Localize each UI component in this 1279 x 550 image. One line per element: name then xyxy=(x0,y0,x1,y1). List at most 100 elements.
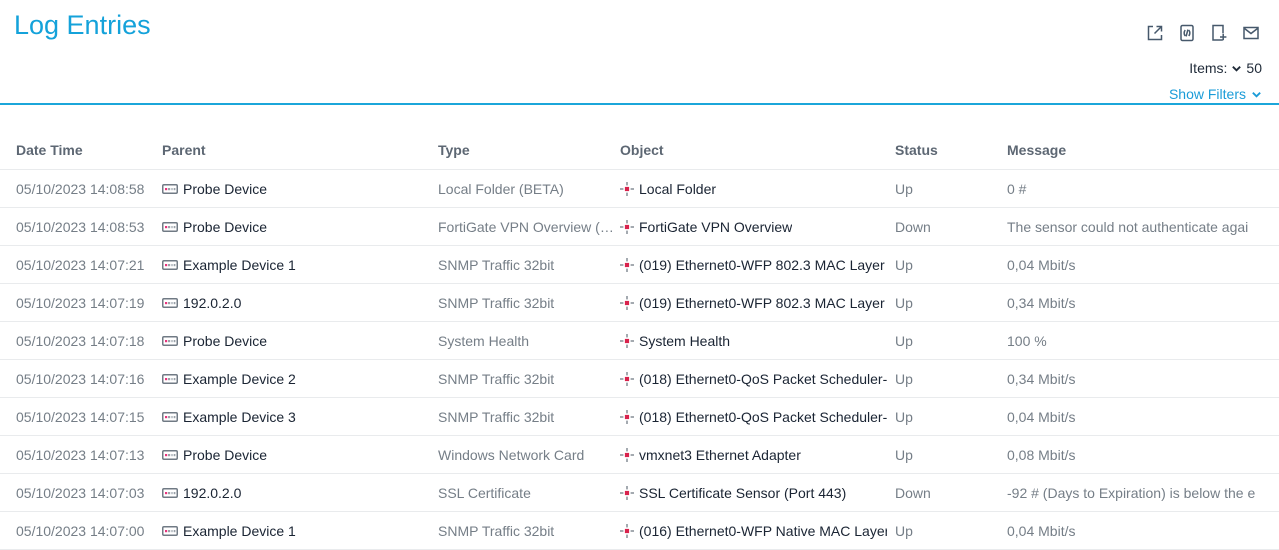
cell-status: Up xyxy=(895,409,1007,425)
column-header-type: Type xyxy=(438,142,620,169)
parent-name: Probe Device xyxy=(183,219,267,235)
code-file-icon[interactable] xyxy=(1177,23,1197,43)
chevron-down-icon xyxy=(1251,89,1262,100)
cell-message: 100 % xyxy=(1007,333,1279,349)
table-row: 05/10/2023 14:07:15 Example Device 3 SNM… xyxy=(0,398,1279,436)
parent-link[interactable]: Example Device 3 xyxy=(162,409,438,425)
object-link[interactable]: (018) Ethernet0-QoS Packet Scheduler-… xyxy=(620,409,895,425)
cell-message: 0,04 Mbit/s xyxy=(1007,409,1279,425)
parent-link[interactable]: Probe Device xyxy=(162,447,438,463)
parent-name: 192.0.2.0 xyxy=(183,295,241,311)
sensor-icon xyxy=(620,296,634,310)
probe-device-icon xyxy=(162,373,178,385)
cell-status: Up xyxy=(895,181,1007,197)
log-table: Date Time Parent Type Object Status Mess… xyxy=(0,105,1279,550)
log-entries-page: Log Entries xyxy=(0,0,1279,543)
object-name: FortiGate VPN Overview xyxy=(639,219,792,235)
show-filters-link[interactable]: Show Filters xyxy=(1169,86,1262,102)
object-link[interactable]: (019) Ethernet0-WFP 802.3 MAC Layer … xyxy=(620,257,895,273)
cell-type: SNMP Traffic 32bit xyxy=(438,257,620,273)
log-table-body: 05/10/2023 14:08:58 Probe Device Local F… xyxy=(0,170,1279,550)
column-header-parent: Parent xyxy=(162,142,438,169)
cell-message: The sensor could not authenticate agai xyxy=(1007,219,1279,235)
table-header-row: Date Time Parent Type Object Status Mess… xyxy=(0,105,1279,170)
cell-date-time: 05/10/2023 14:07:16 xyxy=(0,371,162,387)
object-link[interactable]: (016) Ethernet0-WFP Native MAC Layer… xyxy=(620,523,895,539)
sensor-icon xyxy=(620,448,634,462)
add-file-icon[interactable] xyxy=(1209,23,1229,43)
cell-type: Windows Network Card xyxy=(438,447,620,463)
object-name: (019) Ethernet0-WFP 802.3 MAC Layer … xyxy=(639,257,887,273)
probe-device-icon xyxy=(162,449,178,461)
email-icon[interactable] xyxy=(1241,23,1261,43)
sensor-icon xyxy=(620,486,634,500)
cell-message: 0,34 Mbit/s xyxy=(1007,371,1279,387)
cell-date-time: 05/10/2023 14:07:21 xyxy=(0,257,162,273)
cell-status: Up xyxy=(895,523,1007,539)
parent-link[interactable]: 192.0.2.0 xyxy=(162,295,438,311)
cell-date-time: 05/10/2023 14:07:00 xyxy=(0,523,162,539)
cell-date-time: 05/10/2023 14:07:18 xyxy=(0,333,162,349)
parent-link[interactable]: Example Device 1 xyxy=(162,523,438,539)
chevron-down-icon[interactable] xyxy=(1231,63,1242,74)
items-control[interactable]: Items: 50 xyxy=(1189,60,1262,76)
object-link[interactable]: Local Folder xyxy=(620,181,895,197)
cell-message: 0,04 Mbit/s xyxy=(1007,523,1279,539)
parent-name: Probe Device xyxy=(183,181,267,197)
parent-link[interactable]: Probe Device xyxy=(162,219,438,235)
probe-device-icon xyxy=(162,297,178,309)
object-name: (018) Ethernet0-QoS Packet Scheduler-… xyxy=(639,409,887,425)
cell-date-time: 05/10/2023 14:07:13 xyxy=(0,447,162,463)
sensor-icon xyxy=(620,334,634,348)
object-link[interactable]: vmxnet3 Ethernet Adapter xyxy=(620,447,895,463)
cell-date-time: 05/10/2023 14:07:19 xyxy=(0,295,162,311)
cell-status: Up xyxy=(895,447,1007,463)
page-title: Log Entries xyxy=(14,10,151,41)
parent-link[interactable]: Example Device 2 xyxy=(162,371,438,387)
parent-link[interactable]: Example Device 1 xyxy=(162,257,438,273)
cell-message: -92 # (Days to Expiration) is below the … xyxy=(1007,485,1279,501)
sensor-icon xyxy=(620,372,634,386)
probe-device-icon xyxy=(162,411,178,423)
table-row: 05/10/2023 14:07:16 Example Device 2 SNM… xyxy=(0,360,1279,398)
sensor-icon xyxy=(620,410,634,424)
parent-name: Example Device 2 xyxy=(183,371,296,387)
table-row: 05/10/2023 14:07:21 Example Device 1 SNM… xyxy=(0,246,1279,284)
column-header-message: Message xyxy=(1007,142,1279,169)
object-link[interactable]: SSL Certificate Sensor (Port 443) xyxy=(620,485,895,501)
table-row: 05/10/2023 14:07:00 Example Device 1 SNM… xyxy=(0,512,1279,550)
parent-link[interactable]: 192.0.2.0 xyxy=(162,485,438,501)
parent-link[interactable]: Probe Device xyxy=(162,181,438,197)
object-name: (019) Ethernet0-WFP 802.3 MAC Layer … xyxy=(639,295,887,311)
cell-status: Up xyxy=(895,371,1007,387)
cell-status: Up xyxy=(895,257,1007,273)
cell-type: System Health xyxy=(438,333,620,349)
cell-message: 0,34 Mbit/s xyxy=(1007,295,1279,311)
parent-link[interactable]: Probe Device xyxy=(162,333,438,349)
cell-type: FortiGate VPN Overview (… xyxy=(438,219,620,235)
cell-status: Up xyxy=(895,295,1007,311)
cell-type: SNMP Traffic 32bit xyxy=(438,295,620,311)
probe-device-icon xyxy=(162,221,178,233)
items-label: Items: xyxy=(1189,60,1227,76)
column-header-status: Status xyxy=(895,142,1007,169)
cell-status: Up xyxy=(895,333,1007,349)
parent-name: Example Device 3 xyxy=(183,409,296,425)
probe-device-icon xyxy=(162,525,178,537)
items-count[interactable]: 50 xyxy=(1246,60,1262,76)
probe-device-icon xyxy=(162,259,178,271)
object-link[interactable]: FortiGate VPN Overview xyxy=(620,219,895,235)
table-row: 05/10/2023 14:07:03 192.0.2.0 SSL Certif… xyxy=(0,474,1279,512)
object-link[interactable]: (018) Ethernet0-QoS Packet Scheduler-… xyxy=(620,371,895,387)
object-link[interactable]: System Health xyxy=(620,333,895,349)
parent-name: Probe Device xyxy=(183,333,267,349)
cell-message: 0 # xyxy=(1007,181,1279,197)
cell-date-time: 05/10/2023 14:07:03 xyxy=(0,485,162,501)
open-in-new-window-icon[interactable] xyxy=(1145,23,1165,43)
show-filters-label: Show Filters xyxy=(1169,86,1246,102)
object-link[interactable]: (019) Ethernet0-WFP 802.3 MAC Layer … xyxy=(620,295,895,311)
cell-message: 0,08 Mbit/s xyxy=(1007,447,1279,463)
table-row: 05/10/2023 14:08:53 Probe Device FortiGa… xyxy=(0,208,1279,246)
cell-date-time: 05/10/2023 14:08:53 xyxy=(0,219,162,235)
sensor-icon xyxy=(620,524,634,538)
